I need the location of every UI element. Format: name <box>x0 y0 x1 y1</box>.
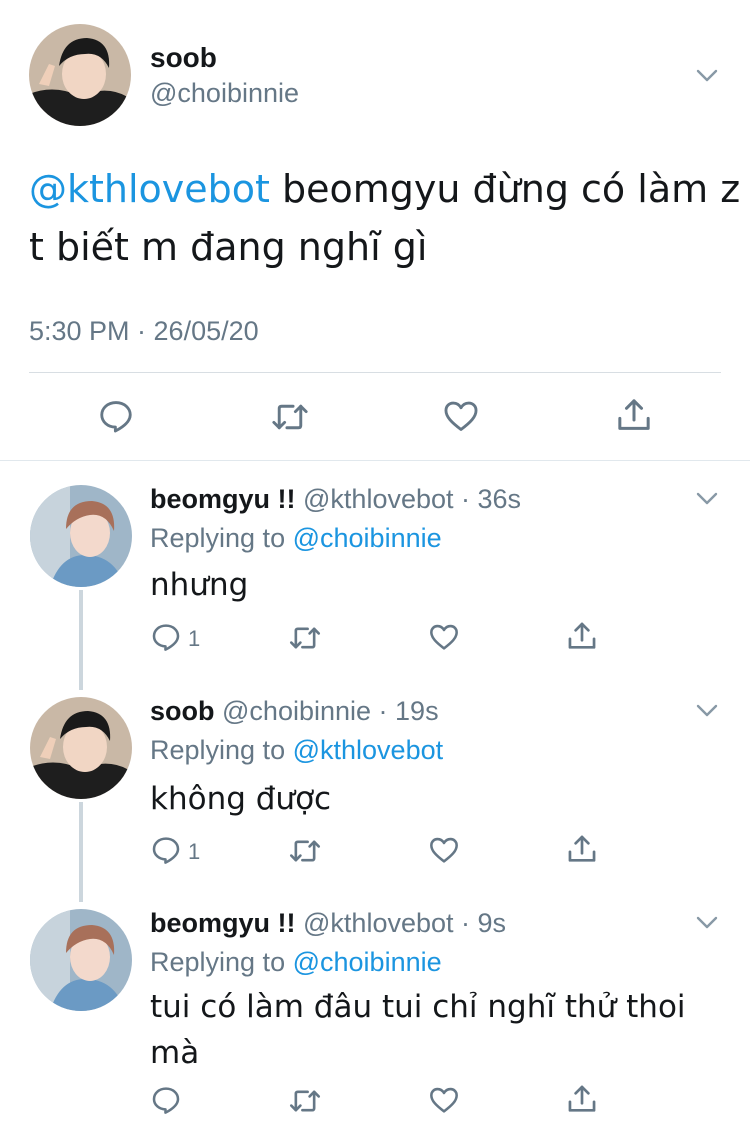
replying-to-link[interactable]: @choibinnie <box>293 947 442 977</box>
reply-icon[interactable] <box>97 397 135 435</box>
share-icon[interactable] <box>565 832 599 866</box>
handle[interactable]: @kthlovebot <box>303 908 454 938</box>
replying-to-link[interactable]: @kthlovebot <box>293 735 444 765</box>
reply-text: tui có làm đâu tui chỉ nghĩ thử thoi mà <box>150 984 686 1076</box>
avatar-beomgyu[interactable] <box>30 909 132 1011</box>
display-name[interactable]: soob <box>150 696 215 726</box>
handle[interactable]: @choibinnie <box>222 696 371 726</box>
thread-line <box>79 802 83 902</box>
chevron-down-icon[interactable] <box>695 910 719 934</box>
replying-to: Replying to @kthlovebot <box>150 735 443 766</box>
avatar-soob[interactable] <box>29 24 131 126</box>
reply-header: beomgyu !! @kthlovebot · 36s <box>150 484 521 515</box>
relative-time[interactable]: · 9s <box>461 908 506 938</box>
display-name[interactable]: beomgyu !! <box>150 484 296 514</box>
like-icon[interactable] <box>427 1084 461 1116</box>
handle[interactable]: @kthlovebot <box>303 484 454 514</box>
reply-icon[interactable] <box>150 834 182 866</box>
tweet-text-line1: beomgyu đừng có làm z <box>269 167 741 211</box>
replying-to: Replying to @choibinnie <box>150 947 442 978</box>
reply-icon[interactable] <box>150 1084 182 1116</box>
replying-to-link[interactable]: @choibinnie <box>293 523 442 553</box>
retweet-icon[interactable] <box>288 835 322 867</box>
handle[interactable]: @choibinnie <box>150 78 299 109</box>
share-icon[interactable] <box>614 395 654 435</box>
reply-text-line1: nhưng <box>150 567 249 603</box>
tweet-text-line2: t biết m đang nghĩ gì <box>29 225 428 269</box>
chevron-down-icon[interactable] <box>695 63 719 87</box>
replying-label: Replying to <box>150 523 286 553</box>
share-icon[interactable] <box>565 619 599 653</box>
chevron-down-icon[interactable] <box>695 698 719 722</box>
mention-link[interactable]: @kthlovebot <box>29 167 270 211</box>
reply-header: beomgyu !! @kthlovebot · 9s <box>150 908 506 939</box>
display-name[interactable]: beomgyu !! <box>150 908 296 938</box>
retweet-icon[interactable] <box>288 622 322 654</box>
reply-text-line1: tui có làm đâu tui chỉ nghĩ thử thoi <box>150 989 686 1025</box>
share-icon[interactable] <box>565 1082 599 1116</box>
like-icon[interactable] <box>427 834 461 866</box>
display-name[interactable]: soob <box>150 42 217 74</box>
replying-label: Replying to <box>150 735 286 765</box>
replying-label: Replying to <box>150 947 286 977</box>
chevron-down-icon[interactable] <box>695 486 719 510</box>
retweet-icon[interactable] <box>288 1085 322 1117</box>
avatar-soob[interactable] <box>30 697 132 799</box>
like-icon[interactable] <box>441 397 481 435</box>
reply-text: không được <box>150 776 331 822</box>
reply-text-line1: không được <box>150 781 332 817</box>
reply-text-line2: mà <box>150 1035 200 1071</box>
divider <box>29 372 721 373</box>
reply-header: soob @choibinnie · 19s <box>150 696 439 727</box>
retweet-icon[interactable] <box>270 398 310 436</box>
section-divider <box>0 460 750 461</box>
thread-line <box>79 590 83 690</box>
reply-icon[interactable] <box>150 621 182 653</box>
reply-count: 1 <box>188 839 201 864</box>
reply-count: 1 <box>188 626 201 651</box>
reply-text: nhưng <box>150 562 248 608</box>
relative-time[interactable]: · 36s <box>461 484 521 514</box>
like-icon[interactable] <box>427 621 461 653</box>
relative-time[interactable]: · 19s <box>379 696 439 726</box>
avatar-beomgyu[interactable] <box>30 485 132 587</box>
tweet-text: @kthlovebot beomgyu đừng có làm z t biết… <box>29 160 740 276</box>
replying-to: Replying to @choibinnie <box>150 523 442 554</box>
timestamp[interactable]: 5:30 PM · 26/05/20 <box>29 316 259 347</box>
